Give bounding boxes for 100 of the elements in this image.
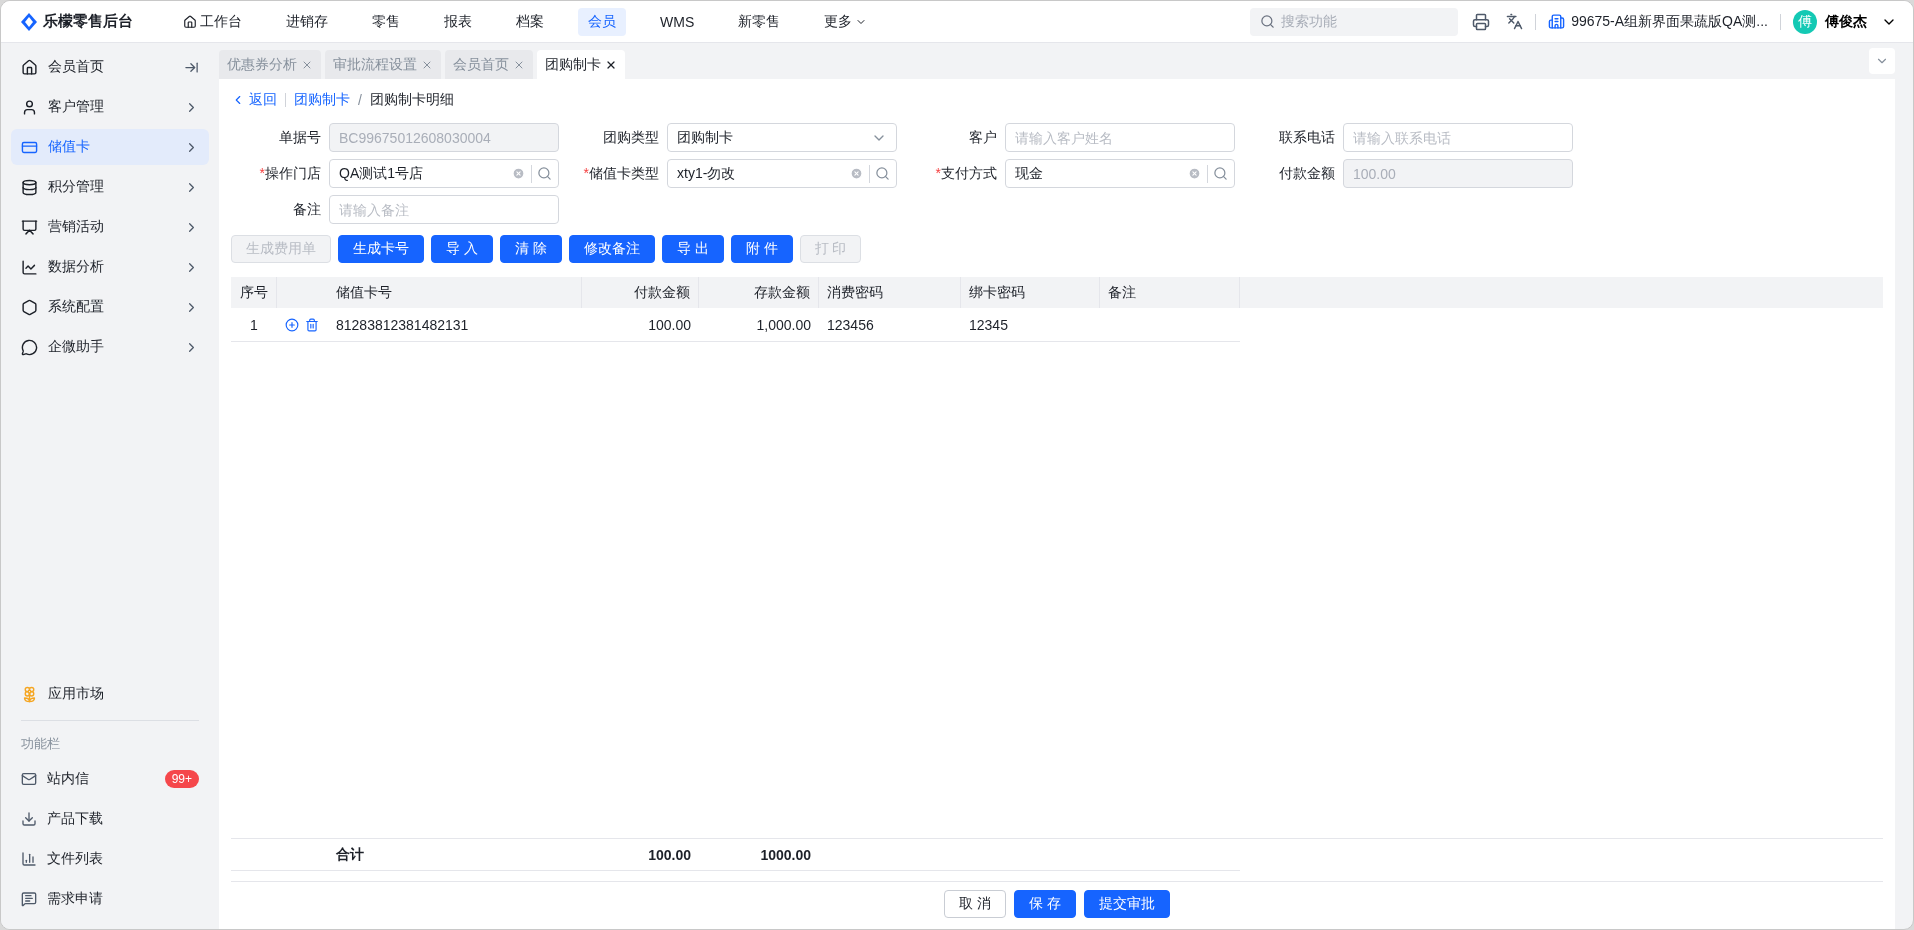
sidebar-item[interactable]: 会员首页 <box>11 49 209 85</box>
sidebar-item[interactable]: 储值卡 <box>11 129 209 165</box>
total-cell: 100.00 <box>582 839 699 871</box>
back-link[interactable]: 返回 <box>231 91 277 109</box>
download-icon <box>21 811 37 827</box>
field-label: 团购类型 <box>602 128 659 147</box>
sidebar-label: 客户管理 <box>48 98 105 116</box>
input-field[interactable]: 请输入联系电话 <box>1343 123 1573 152</box>
sidebar-label: 储值卡 <box>48 138 91 156</box>
sidebar-item[interactable]: 数据分析 <box>11 249 209 285</box>
breadcrumb-current: 团购制卡明细 <box>369 91 454 109</box>
sidebar-label: 营销活动 <box>48 218 105 236</box>
total-label: 合计 <box>328 839 582 871</box>
search-icon[interactable] <box>875 166 890 181</box>
table-cell: 100.00 <box>582 308 699 342</box>
line-chart-icon <box>21 258 38 276</box>
sidebar-item[interactable]: 系统配置 <box>11 289 209 325</box>
footer-button[interactable]: 提交审批 <box>1083 889 1170 918</box>
sidebar-label: 应用市场 <box>48 685 105 703</box>
nav-item[interactable]: 新零售 <box>728 7 791 36</box>
sidebar-item[interactable]: 营销活动 <box>11 209 209 245</box>
sidebar-label: 系统配置 <box>48 298 105 316</box>
select-field[interactable]: 团购制卡 <box>667 123 897 152</box>
user-icon <box>21 98 38 116</box>
sidebar-label: 需求申请 <box>47 890 104 908</box>
field-label: 客户 <box>968 128 997 147</box>
lookup-field[interactable]: 现金 <box>1005 159 1235 188</box>
sidebar-item[interactable]: 企微助手 <box>11 329 209 365</box>
clear-icon[interactable] <box>512 167 525 180</box>
printer-icon[interactable] <box>1472 12 1491 31</box>
sidebar-item[interactable]: 文件列表 <box>11 841 209 877</box>
search-icon[interactable] <box>537 166 552 181</box>
home-icon <box>21 58 38 76</box>
breadcrumb-separator: / <box>358 92 362 108</box>
add-icon[interactable] <box>285 317 299 332</box>
table-cell: 81283812381482131 <box>328 308 582 342</box>
building-icon <box>1548 13 1566 30</box>
sidebar-item[interactable]: 客户管理 <box>11 89 209 125</box>
tab[interactable]: 团购制卡 <box>537 50 625 79</box>
action-button[interactable]: 修改备注 <box>568 235 655 263</box>
total-cell: 1000.00 <box>699 839 819 871</box>
lookup-field[interactable]: xty1-勿改 <box>667 159 897 188</box>
count-badge: 99+ <box>164 770 199 788</box>
mail-icon <box>21 771 37 787</box>
sidebar-label: 站内信 <box>47 770 90 788</box>
field-label: 联系电话 <box>1278 128 1335 147</box>
input-field[interactable]: 请输入客户姓名 <box>1005 123 1235 152</box>
field-label: 付款金额 <box>1278 164 1335 183</box>
sidebar-label: 文件列表 <box>47 850 104 868</box>
database-icon <box>21 178 38 196</box>
nav-item[interactable]: 会员 <box>578 7 626 36</box>
field-label: 备注 <box>292 200 321 219</box>
app-title: 乐檬零售后台 <box>43 12 133 31</box>
chat-icon <box>21 338 38 356</box>
field-label: *储值卡类型 <box>582 164 659 183</box>
sidebar-item[interactable]: 站内信 99+ <box>11 761 209 797</box>
field-label: 单据号 <box>278 128 321 147</box>
clear-icon[interactable] <box>850 167 863 180</box>
message-icon <box>21 891 37 907</box>
logo-icon <box>21 12 37 31</box>
action-button[interactable]: 清 除 <box>499 235 562 263</box>
sidebar-label: 数据分析 <box>48 258 105 276</box>
sidebar-label: 企微助手 <box>48 338 105 356</box>
nav-item[interactable]: WMS <box>650 8 705 35</box>
translate-icon[interactable] <box>1506 13 1524 30</box>
nav-item[interactable]: 零售 <box>362 7 410 36</box>
nav-item[interactable]: 档案 <box>506 7 554 36</box>
home-icon <box>183 14 197 29</box>
section-title: 功能栏 <box>20 735 61 753</box>
nav-item[interactable]: 报表 <box>434 7 482 36</box>
input-field[interactable]: 请输入备注 <box>329 195 559 224</box>
clear-icon[interactable] <box>1188 167 1201 180</box>
search-icon <box>1260 14 1276 29</box>
sidebar-label: 积分管理 <box>48 178 105 196</box>
nav-item[interactable]: 工作台 <box>173 7 252 36</box>
field-label: *操作门店 <box>258 164 321 183</box>
table-cell: 1 <box>231 308 277 342</box>
nav-item[interactable]: 进销存 <box>276 7 338 36</box>
action-button[interactable]: 附 件 <box>730 235 793 263</box>
action-button[interactable]: 生成卡号 <box>338 235 424 263</box>
search-icon[interactable] <box>1213 166 1228 181</box>
sidebar-item[interactable]: 积分管理 <box>11 169 209 205</box>
lookup-field[interactable]: QA测试1号店 <box>329 159 559 188</box>
table-cell: 1,000.00 <box>699 308 819 342</box>
footer-button[interactable]: 取 消 <box>944 889 1006 918</box>
footer-button[interactable]: 保 存 <box>1014 889 1076 918</box>
bar-chart-icon <box>21 851 37 867</box>
hexagon-icon <box>21 298 38 316</box>
user-name[interactable]: 傅俊杰 <box>1825 12 1867 31</box>
sidebar-item[interactable]: 应用市场 <box>11 676 209 712</box>
action-button[interactable]: 导 出 <box>661 235 724 263</box>
breadcrumb-link[interactable]: 团购制卡 <box>294 91 350 109</box>
trash-icon[interactable] <box>305 317 319 332</box>
sidebar-item[interactable]: 需求申请 <box>11 881 209 917</box>
org-name[interactable]: 99675-A组新界面果蔬版QA测... <box>1571 12 1768 31</box>
nav-item[interactable]: 更多 <box>814 7 878 36</box>
sidebar-label: 会员首页 <box>48 58 105 76</box>
action-button[interactable]: 导 入 <box>431 235 493 263</box>
sidebar-item[interactable]: 产品下载 <box>11 801 209 837</box>
sidebar-label: 产品下载 <box>47 810 104 828</box>
